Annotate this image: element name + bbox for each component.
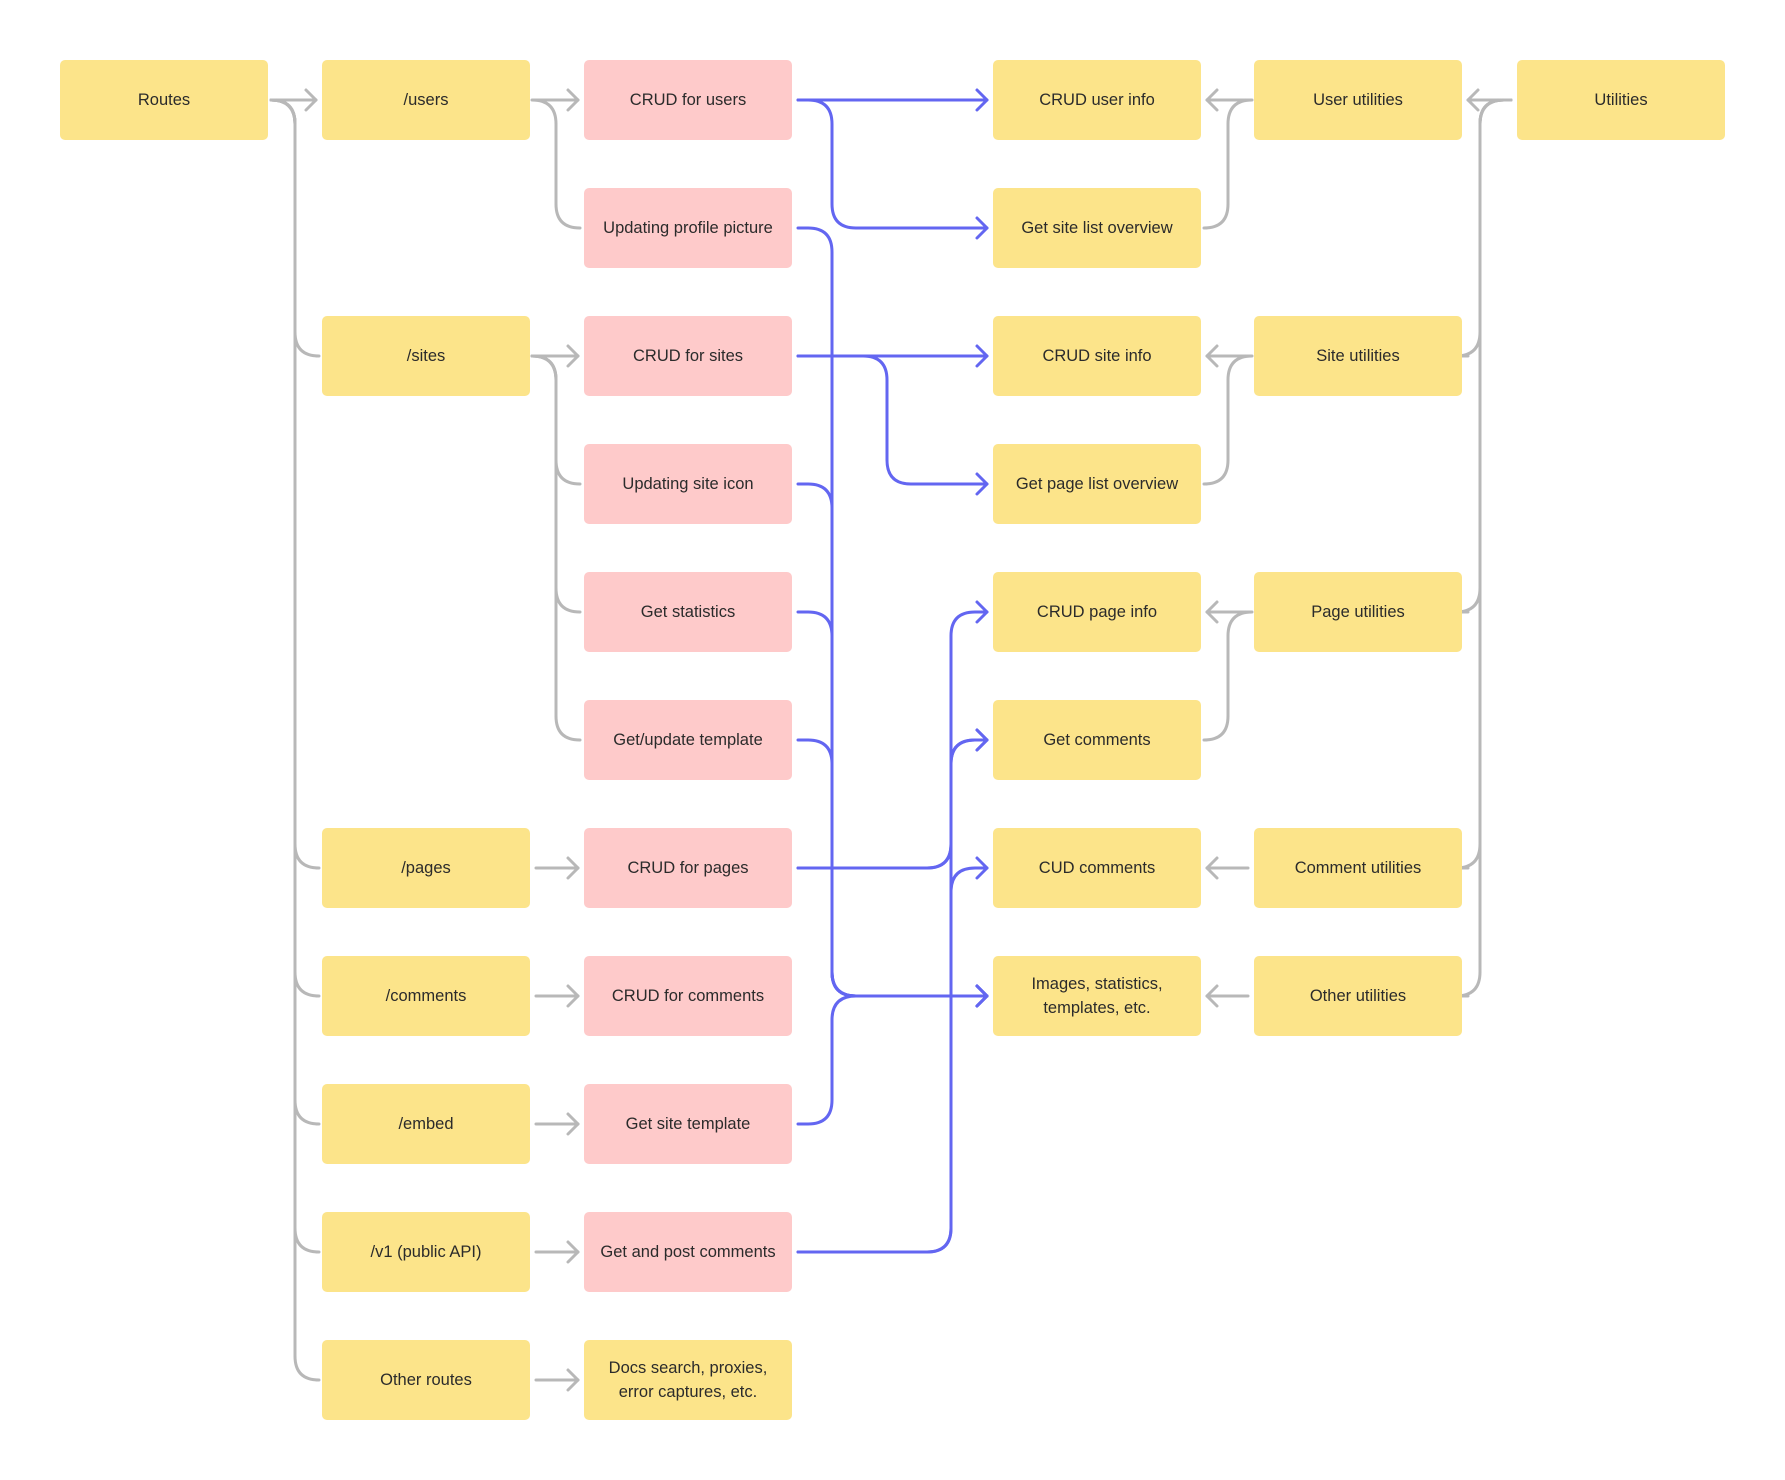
node-label: Updating profile picture — [603, 219, 773, 237]
edge-crud-sites-to-page-list — [796, 354, 989, 486]
node-label: CRUD site info — [1042, 347, 1152, 365]
edge-utilities-to-site-utils — [1454, 98, 1513, 358]
edge-users-to-upd-profile — [530, 98, 582, 230]
edge-routes-to-other-routes — [269, 98, 321, 1382]
edge-page-utils-to-get-comments — [1202, 610, 1254, 742]
node-crud-site-info[interactable]: CRUD site info — [993, 316, 1201, 396]
node-label: Updating site icon — [622, 475, 754, 493]
node-label: Get page list overview — [1015, 475, 1179, 493]
node-label: Utilities — [1594, 91, 1648, 109]
edge-layer — [269, 88, 1513, 1392]
edge-get-site-tpl-to-images-misc — [796, 994, 989, 1126]
node-cud-comments[interactable]: CUD comments — [993, 828, 1201, 908]
node-label: CRUD for comments — [611, 987, 765, 1005]
node-crud-pages[interactable]: CRUD for pages — [584, 828, 792, 908]
node-label: Get site list overview — [1021, 219, 1173, 237]
node-other-utils[interactable]: Other utilities — [1254, 956, 1462, 1036]
node-label: /v1 (public API) — [370, 1243, 482, 1261]
node-label: CUD comments — [1038, 859, 1156, 877]
node-site-utils[interactable]: Site utilities — [1254, 316, 1462, 396]
node-label: Other utilities — [1309, 987, 1407, 1005]
node-pages[interactable]: /pages — [322, 828, 530, 908]
node-label: Docs search, proxies, error captures, et… — [608, 1359, 768, 1401]
architecture-diagram: Routes/users/sites/pages/comments/embed /… — [0, 0, 1785, 1480]
node-label: CRUD for pages — [627, 859, 749, 877]
node-label: Site utilities — [1316, 347, 1400, 365]
node-label: /comments — [385, 987, 467, 1005]
node-page-utils[interactable]: Page utilities — [1254, 572, 1462, 652]
edge-sites-to-get-upd-tpl — [530, 354, 582, 742]
node-label: Page utilities — [1311, 603, 1405, 621]
node-label: /sites — [406, 347, 446, 365]
node-label: CRUD for sites — [632, 347, 743, 365]
node-other-routes[interactable]: Other routes — [322, 1340, 530, 1420]
edge-upd-icon-to-images-misc — [796, 482, 989, 998]
node-sites[interactable]: /sites — [322, 316, 530, 396]
node-label: /pages — [401, 859, 451, 877]
node-embed[interactable]: /embed — [322, 1084, 530, 1164]
node-label: Other routes — [380, 1371, 472, 1389]
node-user-utils[interactable]: User utilities — [1254, 60, 1462, 140]
node-v1[interactable]: /v1 (public API) — [322, 1212, 530, 1292]
node-docs-search[interactable]: Docs search, proxies, error captures, et… — [584, 1340, 792, 1420]
edge-site-utils-to-page-list — [1202, 354, 1254, 486]
node-routes[interactable]: Routes — [60, 60, 268, 140]
node-label: CRUD for users — [629, 91, 747, 109]
node-get-post-comments[interactable]: Get and post comments — [584, 1212, 792, 1292]
edge-utilities-to-other-utils — [1454, 98, 1513, 998]
node-get-comments[interactable]: Get comments — [993, 700, 1201, 780]
node-utilities[interactable]: Utilities — [1517, 60, 1725, 140]
node-label: Comment utilities — [1294, 859, 1422, 877]
edge-upd-profile-to-images-misc — [796, 226, 989, 998]
node-page-list[interactable]: Get page list overview — [993, 444, 1201, 524]
node-crud-page-info[interactable]: CRUD page info — [993, 572, 1201, 652]
node-label: CRUD user info — [1039, 91, 1155, 109]
edge-crud-pages-to-crud-page-info — [796, 610, 989, 870]
node-crud-user-info[interactable]: CRUD user info — [993, 60, 1201, 140]
node-site-list[interactable]: Get site list overview — [993, 188, 1201, 268]
node-crud-sites[interactable]: CRUD for sites — [584, 316, 792, 396]
edge-get-stats-to-images-misc — [796, 610, 989, 998]
edge-crud-users-to-site-list — [796, 98, 989, 230]
node-crud-comments[interactable]: CRUD for comments — [584, 956, 792, 1036]
edge-get-post-comments-to-cud-comments — [796, 866, 989, 1254]
edge-user-utils-to-site-list — [1202, 98, 1254, 230]
node-images-misc[interactable]: Images, statistics, templates, etc. — [993, 956, 1201, 1036]
node-comment-utils[interactable]: Comment utilities — [1254, 828, 1462, 908]
node-upd-profile[interactable]: Updating profile picture — [584, 188, 792, 268]
node-comments[interactable]: /comments — [322, 956, 530, 1036]
node-label: /embed — [398, 1115, 454, 1133]
node-get-stats[interactable]: Get statistics — [584, 572, 792, 652]
node-crud-users[interactable]: CRUD for users — [584, 60, 792, 140]
node-label: User utilities — [1313, 91, 1403, 109]
node-label: Get comments — [1043, 731, 1151, 749]
node-label: Get statistics — [640, 603, 736, 621]
node-label: Get and post comments — [600, 1243, 776, 1261]
edge-crud-pages-to-get-comments — [796, 738, 989, 870]
node-label: Images, statistics, templates, etc. — [1031, 975, 1163, 1017]
node-get-upd-tpl[interactable]: Get/update template — [584, 700, 792, 780]
node-label: Routes — [137, 91, 191, 109]
node-label: Get/update template — [613, 731, 763, 749]
node-label: CRUD page info — [1036, 603, 1158, 621]
node-users[interactable]: /users — [322, 60, 530, 140]
node-label: /users — [403, 91, 449, 109]
node-upd-icon[interactable]: Updating site icon — [584, 444, 792, 524]
edge-utilities-to-comment-utils — [1454, 98, 1513, 870]
node-label: Get site template — [625, 1115, 751, 1133]
node-get-site-tpl[interactable]: Get site template — [584, 1084, 792, 1164]
